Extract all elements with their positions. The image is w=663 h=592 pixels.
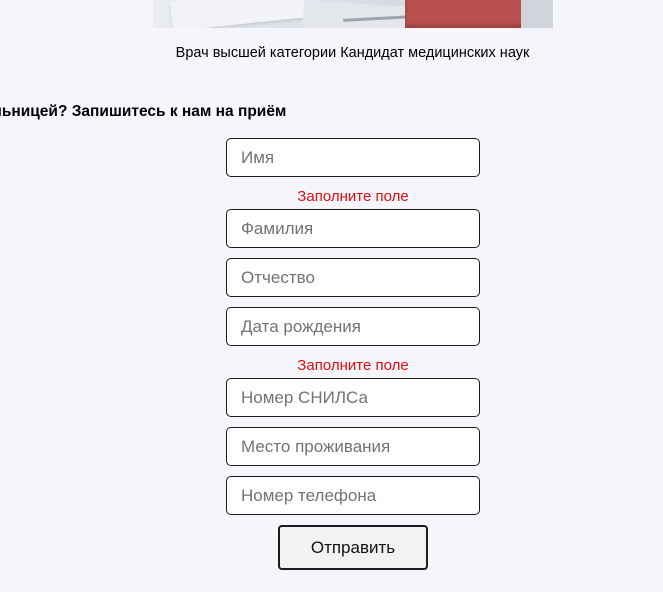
first-name-error: Заполните поле <box>297 188 409 205</box>
doctor-caption: Врач высшей категории Кандидат медицинск… <box>175 45 530 61</box>
signup-heading-text: льницей? Запишитесь к нам на приём <box>0 103 287 120</box>
phone-input[interactable] <box>226 476 480 515</box>
birth-date-error: Заполните поле <box>297 357 409 374</box>
first-name-input[interactable] <box>226 138 480 177</box>
snils-input[interactable] <box>226 378 480 417</box>
birth-date-input[interactable] <box>226 307 480 346</box>
address-input[interactable] <box>226 427 480 466</box>
last-name-input[interactable] <box>226 209 480 248</box>
patronymic-input[interactable] <box>226 258 480 297</box>
signup-heading: льницей? Запишитесь к нам на приём <box>0 102 663 122</box>
doctor-photo <box>153 0 553 28</box>
submit-button[interactable]: Отправить <box>278 525 428 570</box>
